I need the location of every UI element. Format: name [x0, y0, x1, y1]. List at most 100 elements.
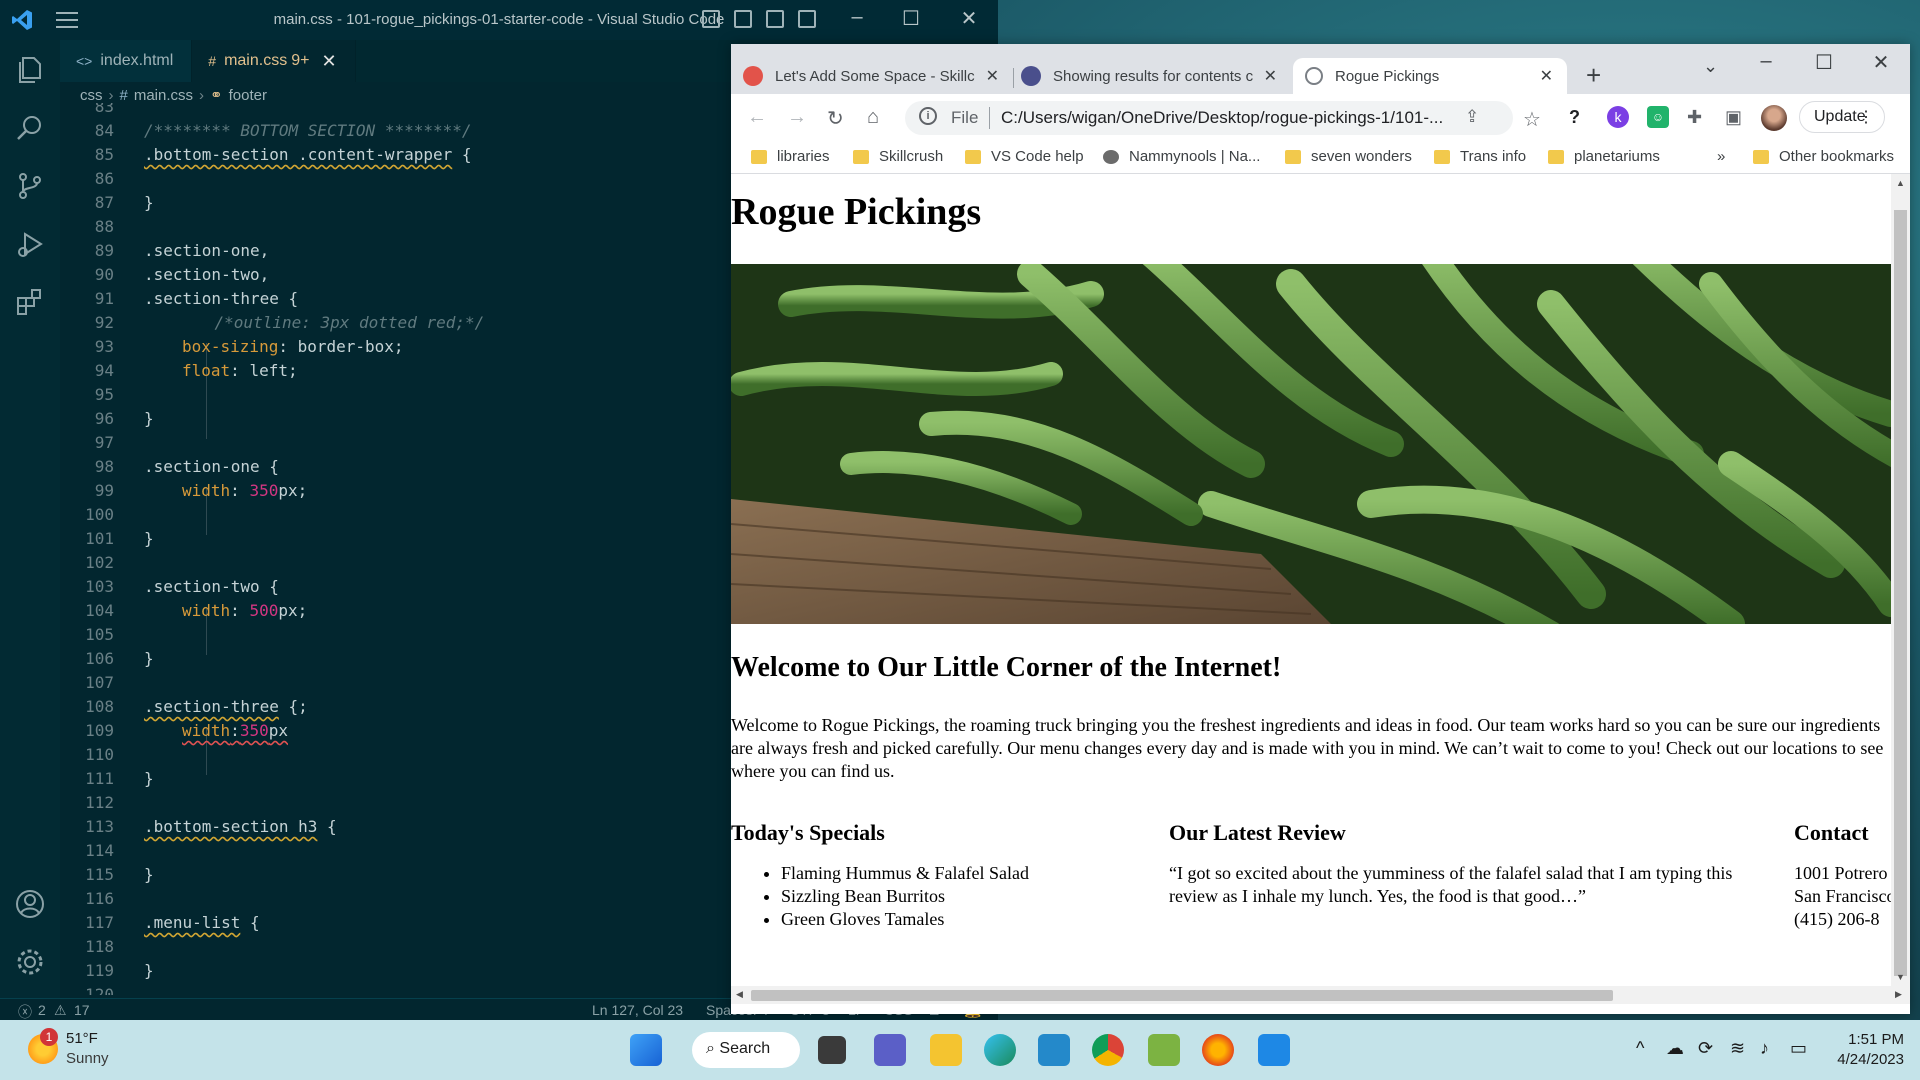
tab-main-css[interactable]: # main.css 9+ ✕ [192, 40, 356, 82]
warning-icon[interactable]: ⚠ [54, 1002, 67, 1019]
browser-tab-results[interactable]: Showing results for contents c ✕ [1021, 58, 1283, 94]
css-file-icon: # [119, 86, 128, 104]
error-icon[interactable]: ⓧ [18, 1002, 32, 1022]
chevron-up-icon[interactable]: ^ [1636, 1038, 1644, 1059]
avatar[interactable] [1761, 105, 1787, 131]
app-green-icon[interactable] [1148, 1034, 1180, 1066]
close-tab-icon[interactable]: ✕ [986, 66, 999, 86]
accounts-icon[interactable] [14, 888, 46, 920]
new-tab-button[interactable]: + [1586, 60, 1601, 91]
run-debug-icon[interactable] [14, 228, 46, 260]
battery-icon[interactable]: ▭ [1790, 1038, 1807, 1059]
customize-layout-icon[interactable] [798, 10, 816, 28]
cursor-position[interactable]: Ln 127, Col 23 [592, 1002, 683, 1018]
extension-grammar-icon[interactable]: ☺ [1647, 106, 1669, 128]
bookmark-planetariums[interactable]: planetariums [1548, 148, 1660, 165]
volume-icon[interactable]: ♪ [1760, 1038, 1769, 1059]
more-menu-icon[interactable]: ⋮ [1858, 107, 1874, 127]
vertical-scrollbar[interactable]: ▲ ▼ [1891, 174, 1910, 986]
line-code: width:350px [182, 721, 288, 740]
line-number: 88 [94, 217, 114, 236]
extensions-puzzle-icon[interactable]: ✚ [1687, 107, 1702, 128]
scrollbar-thumb[interactable] [751, 990, 1613, 1001]
vscode-taskbar-icon[interactable] [1038, 1034, 1070, 1066]
bookmark-nammynools[interactable]: Nammynools | Na... [1103, 148, 1260, 165]
breadcrumb-file[interactable]: main.css [134, 87, 193, 104]
horizontal-scrollbar[interactable]: ◀ ▶ [731, 986, 1910, 1004]
wifi-icon[interactable]: ≋ [1730, 1038, 1745, 1059]
back-arrow-icon[interactable]: ← [747, 106, 767, 129]
minimize-button[interactable]: – [832, 6, 882, 29]
toggle-sidebar-icon[interactable] [702, 10, 720, 28]
bookmarks-overflow-icon[interactable]: » [1717, 148, 1725, 165]
line-code: } [144, 865, 154, 884]
breadcrumb-symbol[interactable]: footer [229, 87, 267, 104]
bookmark-seven-wonders[interactable]: seven wonders [1285, 148, 1412, 165]
onedrive-icon[interactable]: ☁ [1666, 1038, 1684, 1059]
line-number: 117 [85, 913, 114, 932]
line-number: 86 [94, 169, 114, 188]
toggle-secondary-sidebar-icon[interactable] [766, 10, 784, 28]
bookmark-libraries[interactable]: libraries [751, 148, 830, 165]
explorer-icon[interactable] [14, 54, 46, 86]
close-button[interactable]: ✕ [1853, 50, 1909, 75]
line-number: 83 [94, 103, 114, 116]
edge-icon[interactable] [984, 1034, 1016, 1066]
gear-icon[interactable] [14, 946, 46, 978]
weather-desc[interactable]: Sunny [66, 1050, 109, 1067]
scroll-right-icon[interactable]: ▶ [1895, 989, 1902, 1000]
task-view-icon[interactable] [818, 1036, 846, 1064]
reload-icon[interactable]: ↻ [827, 106, 844, 131]
scroll-left-icon[interactable]: ◀ [736, 989, 743, 1000]
home-icon[interactable]: ⌂ [867, 106, 879, 129]
bookmark-skillcrush[interactable]: Skillcrush [853, 148, 943, 165]
update-button[interactable]: Update ⋮ [1799, 101, 1885, 133]
start-windows-icon[interactable] [630, 1034, 662, 1066]
toggle-panel-icon[interactable] [734, 10, 752, 28]
bookmark-star-icon[interactable]: ☆ [1523, 107, 1541, 132]
browser-tab-rogue-pickings[interactable]: Rogue Pickings ✕ [1293, 58, 1567, 94]
search-icon[interactable] [14, 112, 46, 144]
side-panel-icon[interactable]: ▣ [1725, 107, 1742, 128]
weather-temp[interactable]: 51°F [66, 1030, 98, 1047]
close-icon[interactable]: ✕ [321, 51, 336, 72]
source-control-icon[interactable] [14, 170, 46, 202]
scrollbar-thumb[interactable] [1894, 210, 1907, 976]
sync-icon[interactable]: ⟳ [1698, 1038, 1713, 1059]
close-tab-icon[interactable]: ✕ [1540, 66, 1553, 86]
chrome-taskbar-icon[interactable] [1092, 1034, 1124, 1066]
tab-search-icon[interactable]: ⌄ [1703, 56, 1718, 77]
breadcrumb-folder[interactable]: css [80, 87, 103, 104]
forward-arrow-icon[interactable]: → [787, 106, 807, 129]
close-tab-icon[interactable]: ✕ [1264, 66, 1277, 86]
address-bar[interactable]: i File C:/Users/wigan/OneDrive/Desktop/r… [905, 101, 1513, 135]
firefox-icon[interactable] [1202, 1034, 1234, 1066]
browser-tab-skillcrush[interactable]: Let's Add Some Space - Skillc ✕ [743, 58, 1005, 94]
close-button[interactable]: ✕ [944, 6, 994, 31]
clock[interactable]: 1:51 PM 4/24/2023 [1820, 1030, 1904, 1070]
minimize-button[interactable]: – [1738, 50, 1794, 73]
extension-question-icon[interactable]: ? [1569, 107, 1580, 128]
hero-image [731, 264, 1891, 624]
share-icon[interactable]: ⇪ [1465, 107, 1479, 127]
url-text[interactable]: C:/Users/wigan/OneDrive/Desktop/rogue-pi… [1001, 108, 1443, 128]
file-explorer-icon[interactable] [930, 1034, 962, 1066]
tab-index-html[interactable]: <> index.html [60, 40, 193, 82]
scroll-up-icon[interactable]: ▲ [1896, 178, 1905, 188]
bookmark-other[interactable]: Other bookmarks [1753, 148, 1894, 165]
warning-count[interactable]: 17 [74, 1002, 90, 1018]
bookmark-vscode-help[interactable]: VS Code help [965, 148, 1084, 165]
app-blue-icon[interactable] [1258, 1034, 1290, 1066]
maximize-button[interactable]: ☐ [886, 6, 936, 31]
specials-list: Flaming Hummus & Falafel Salad Sizzling … [781, 862, 1029, 931]
taskbar-search[interactable]: ⌕ Search [692, 1032, 800, 1068]
problems-count: 9+ [291, 52, 310, 69]
extension-k-icon[interactable]: k [1607, 106, 1629, 128]
maximize-button[interactable]: ☐ [1796, 50, 1852, 75]
error-count[interactable]: 2 [38, 1002, 46, 1018]
info-icon[interactable]: i [919, 107, 937, 125]
scroll-down-icon[interactable]: ▼ [1896, 972, 1905, 982]
bookmark-trans-info[interactable]: Trans info [1434, 148, 1526, 165]
extensions-icon[interactable] [14, 286, 46, 318]
teams-chat-icon[interactable] [874, 1034, 906, 1066]
